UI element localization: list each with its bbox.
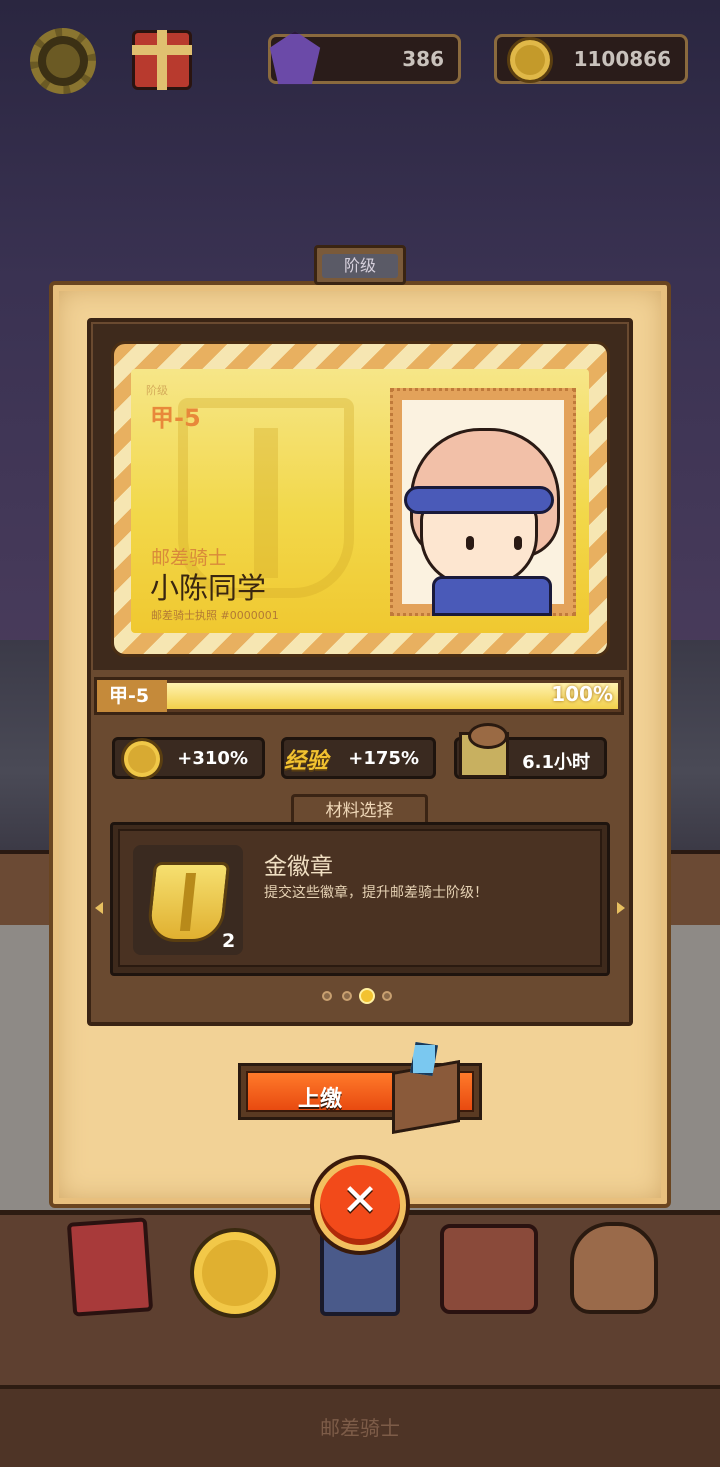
player-name: 小陈同学 bbox=[150, 571, 267, 605]
material-description: 提交这些徽章，提升邮差骑士阶级！ bbox=[264, 885, 488, 901]
prev-material-arrow-icon[interactable] bbox=[95, 902, 103, 914]
stat-delivery-time: 6.1小时 bbox=[454, 723, 607, 779]
submit-label: 上缴 bbox=[298, 1087, 343, 1112]
material-tab-label: 材料选择 bbox=[325, 801, 394, 821]
backpack-icon[interactable] bbox=[440, 1224, 538, 1314]
close-icon: ✕ bbox=[341, 1175, 379, 1226]
delivery-crate-icon bbox=[459, 723, 509, 778]
exp-label: 经验 bbox=[284, 749, 329, 774]
character-eye-right bbox=[514, 536, 522, 550]
coin-counter[interactable]: 1100866 bbox=[494, 34, 688, 84]
license-number: 邮差骑士执照 #0000001 bbox=[151, 609, 279, 622]
bottom-title: 邮差骑士 bbox=[320, 1416, 400, 1440]
character-body bbox=[432, 576, 552, 616]
progress-percent: 100% bbox=[551, 682, 613, 706]
material-count: 2 bbox=[222, 930, 236, 952]
rank-caption: 阶级 bbox=[146, 384, 168, 397]
treasure-sack-icon[interactable] bbox=[570, 1222, 658, 1314]
progress-rank: 甲-5 bbox=[97, 680, 167, 712]
progress-fill bbox=[100, 683, 618, 709]
dialog-title: 阶级 bbox=[322, 254, 398, 278]
material-name: 金徽章 bbox=[264, 854, 333, 880]
coin-count: 1100866 bbox=[573, 47, 671, 71]
page-dot[interactable] bbox=[342, 991, 352, 1001]
coin-icon bbox=[121, 738, 163, 780]
stat-exp-bonus: 经验 +175% bbox=[281, 737, 436, 779]
page-indicator bbox=[322, 988, 398, 1004]
star-coin-icon[interactable] bbox=[190, 1228, 280, 1318]
dialog-title-tab: 阶级 bbox=[314, 245, 406, 285]
coin-bonus-value: +310% bbox=[177, 748, 248, 769]
gem-icon bbox=[269, 31, 321, 85]
character-visor bbox=[404, 486, 554, 514]
gift-box-icon[interactable] bbox=[132, 30, 192, 90]
stat-coin-bonus: +310% bbox=[112, 737, 265, 780]
settings-gear-icon[interactable] bbox=[30, 28, 96, 94]
close-button[interactable]: ✕ bbox=[314, 1159, 406, 1251]
next-material-arrow-icon[interactable] bbox=[617, 902, 625, 914]
gem-count: 386 bbox=[402, 47, 444, 71]
time-value: 6.1小时 bbox=[522, 752, 590, 773]
character-eye-left bbox=[466, 536, 474, 550]
page-dot-active[interactable] bbox=[359, 988, 375, 1004]
journal-book-icon[interactable] bbox=[66, 1217, 154, 1317]
rank-progress-bar: 甲-5 100% bbox=[94, 677, 624, 715]
exp-bonus-value: +175% bbox=[348, 748, 419, 769]
coin-icon bbox=[507, 37, 553, 83]
gem-counter[interactable]: 386 bbox=[268, 31, 461, 85]
page-dot[interactable] bbox=[382, 991, 392, 1001]
page-dot[interactable] bbox=[322, 991, 332, 1001]
rank-value: 甲-5 bbox=[150, 404, 201, 432]
